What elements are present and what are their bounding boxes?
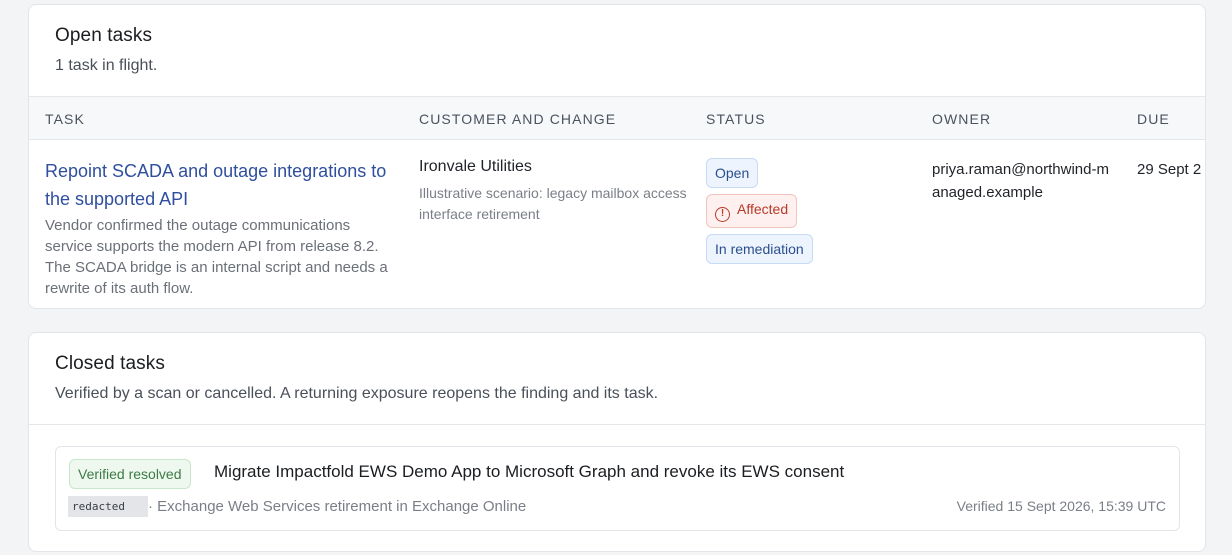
status-badge-affected-label: Affected: [737, 201, 789, 217]
alert-circle-icon: !: [715, 207, 730, 222]
due-cell: 29 Sept 2: [1137, 161, 1201, 178]
column-header-customer[interactable]: CUSTOMER AND CHANGE: [419, 111, 616, 127]
task-title-link[interactable]: Repoint SCADA and outage integrations to…: [45, 157, 395, 213]
column-header-due[interactable]: DUE: [1137, 111, 1170, 127]
owner-email: priya.raman@northwind-managed.example: [932, 161, 1109, 201]
open-tasks-subtitle: 1 task in flight.: [55, 57, 158, 74]
redacted-customer: redacted: [68, 496, 148, 517]
closed-tasks-title: Closed tasks: [55, 353, 165, 374]
tasks-table-header: TASK CUSTOMER AND CHANGE STATUS OWNER DU…: [29, 96, 1205, 140]
column-header-task[interactable]: TASK: [45, 111, 85, 127]
status-badge-affected: ! Affected: [706, 194, 798, 228]
verified-timestamp: Verified 15 Sept 2026, 15:39 UTC: [956, 498, 1166, 514]
divider: [29, 424, 1205, 425]
customer-cell: Ironvale Utilities Illustrative scenario…: [419, 157, 689, 225]
owner-cell: priya.raman@northwind-managed.example: [932, 158, 1112, 204]
status-badge-in-remediation: In remediation: [706, 234, 813, 264]
closed-task-item[interactable]: Verified resolved Migrate Impactfold EWS…: [55, 446, 1180, 531]
status-cell: Open ! Affected In remediation: [706, 158, 813, 270]
open-tasks-title: Open tasks: [55, 25, 153, 46]
closed-task-change: · Exchange Web Services retirement in Ex…: [148, 498, 527, 515]
closed-tasks-subtitle: Verified by a scan or cancelled. A retur…: [55, 385, 659, 402]
verified-resolved-badge: Verified resolved: [69, 459, 191, 489]
change-scenario: Illustrative scenario: legacy mailbox ac…: [419, 185, 687, 222]
status-badge-open: Open: [706, 158, 759, 188]
table-row: Repoint SCADA and outage integrations to…: [29, 140, 1205, 308]
column-header-status[interactable]: STATUS: [706, 111, 766, 127]
closed-task-title[interactable]: Migrate Impactfold EWS Demo App to Micro…: [214, 462, 844, 482]
column-header-owner[interactable]: OWNER: [932, 111, 991, 127]
task-description: Vendor confirmed the outage communicatio…: [45, 217, 388, 297]
task-cell: Repoint SCADA and outage integrations to…: [45, 157, 395, 299]
customer-name: Ironvale Utilities: [419, 158, 532, 175]
closed-tasks-card: Closed tasks Verified by a scan or cance…: [28, 332, 1206, 552]
open-tasks-card: Open tasks 1 task in flight. TASK CUSTOM…: [28, 4, 1206, 309]
due-date: 29 Sept 2: [1137, 161, 1202, 178]
